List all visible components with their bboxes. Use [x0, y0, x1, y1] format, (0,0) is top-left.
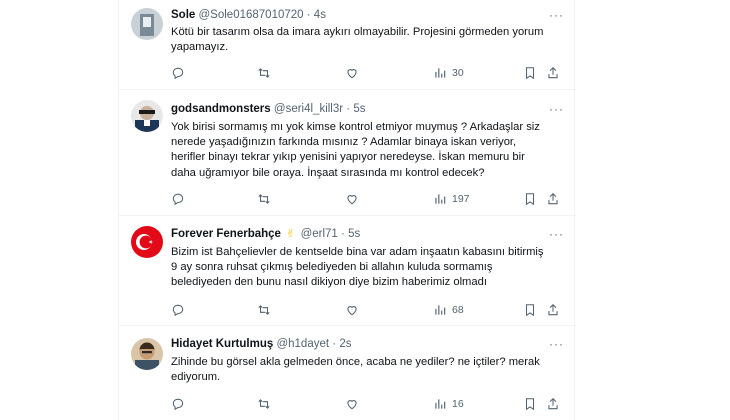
like-button[interactable]: [345, 302, 359, 318]
reply-button[interactable]: [171, 396, 185, 412]
share-icon: [548, 398, 558, 410]
reply-button[interactable]: [171, 191, 185, 207]
like-icon: [347, 400, 357, 410]
retweet-button[interactable]: [257, 396, 271, 412]
reply-button[interactable]: [171, 65, 185, 81]
tweet-text: Zihinde bu görsel akla gelmeden önce, ac…: [171, 356, 540, 384]
bookmark-icon: [525, 67, 535, 80]
timestamp[interactable]: 5s: [348, 228, 360, 240]
bookmark-icon: [525, 304, 535, 317]
victory-hand-emoji: ✌: [286, 228, 296, 240]
like-button[interactable]: [345, 191, 359, 207]
tweet-header: Sole @Sole01687010720 · 4s ···: [171, 6, 564, 24]
retweet-icon: [258, 68, 270, 78]
tweet-text: Kötü bir tasarım olsa da imara aykırı ol…: [171, 26, 544, 54]
separator: ·: [332, 338, 337, 350]
reply-button[interactable]: [171, 302, 185, 318]
views-icon: [435, 305, 446, 315]
views-button[interactable]: 30: [433, 65, 464, 81]
timestamp[interactable]: 4s: [314, 9, 326, 21]
retweet-icon: [258, 305, 270, 315]
bookmark-button[interactable]: [523, 191, 537, 207]
share-icon: [548, 67, 558, 79]
tweet[interactable]: Hidayet Kurtulmuş @h1dayet · 2s ··· Zihi…: [119, 326, 576, 420]
tweet-header: Forever Fenerbahçe ✌ @erl71 · 5s ···: [171, 225, 564, 243]
author-handle[interactable]: @h1dayet: [276, 338, 329, 350]
share-icon: [548, 193, 558, 205]
more-icon[interactable]: ···: [549, 335, 564, 353]
tweet-header: godsandmonsters @seri4l_kill3r · 5s ···: [171, 100, 564, 118]
more-icon[interactable]: ···: [549, 100, 564, 118]
bookmark-button[interactable]: [523, 302, 537, 318]
tweet[interactable]: Forever Fenerbahçe ✌ @erl71 · 5s ··· Biz…: [119, 216, 576, 326]
retweet-button[interactable]: [257, 302, 271, 318]
timestamp[interactable]: 2s: [339, 338, 351, 350]
author-handle[interactable]: @erl71: [301, 228, 338, 240]
author-handle[interactable]: @Sole01687010720: [199, 9, 304, 21]
like-icon: [347, 306, 357, 316]
more-icon[interactable]: ···: [549, 225, 564, 243]
views-button[interactable]: 68: [433, 302, 464, 318]
like-button[interactable]: [345, 65, 359, 81]
timestamp[interactable]: 5s: [353, 103, 365, 115]
avatar[interactable]: [131, 8, 163, 40]
separator: ·: [346, 103, 351, 115]
tweet-text: Yok birisi sormamış mı yok kimse kontrol…: [171, 121, 540, 179]
views-icon: [435, 194, 446, 204]
avatar[interactable]: [131, 226, 163, 258]
share-icon: [548, 304, 558, 316]
tweet-header: Hidayet Kurtulmuş @h1dayet · 2s ···: [171, 335, 564, 353]
separator: ·: [306, 9, 311, 21]
avatar[interactable]: [131, 100, 163, 132]
author-handle[interactable]: @seri4l_kill3r: [274, 103, 343, 115]
views-count: 30: [452, 67, 464, 79]
retweet-icon: [258, 399, 270, 409]
share-button[interactable]: [546, 396, 560, 412]
like-icon: [347, 69, 357, 79]
retweet-icon: [258, 194, 270, 204]
author-name[interactable]: Sole: [171, 9, 195, 21]
views-count: 68: [452, 304, 464, 316]
reply-icon: [172, 67, 184, 80]
author-name[interactable]: Hidayet Kurtulmuş: [171, 338, 273, 350]
like-icon: [347, 195, 357, 205]
tweet[interactable]: godsandmonsters @seri4l_kill3r · 5s ··· …: [119, 90, 576, 216]
views-count: 16: [452, 398, 464, 410]
views-count: 197: [452, 193, 470, 205]
reply-icon: [172, 193, 184, 206]
bookmark-icon: [525, 193, 535, 206]
like-button[interactable]: [345, 396, 359, 412]
views-button[interactable]: 197: [433, 191, 470, 207]
retweet-button[interactable]: [257, 191, 271, 207]
avatar[interactable]: [131, 338, 163, 370]
author-name[interactable]: godsandmonsters: [171, 103, 271, 115]
bookmark-icon: [525, 398, 535, 411]
tweet[interactable]: Sole @Sole01687010720 · 4s ··· Kötü bir …: [119, 0, 576, 90]
tweet-text: Bizim ist Bahçelievler de kentselde bina…: [171, 246, 544, 289]
retweet-button[interactable]: [257, 65, 271, 81]
views-icon: [435, 399, 446, 409]
share-button[interactable]: [546, 65, 560, 81]
views-button[interactable]: 16: [433, 396, 464, 412]
author-name[interactable]: Forever Fenerbahçe: [171, 228, 281, 240]
bookmark-button[interactable]: [523, 396, 537, 412]
share-button[interactable]: [546, 191, 560, 207]
more-icon[interactable]: ···: [549, 6, 564, 24]
reply-icon: [172, 304, 184, 317]
separator: ·: [341, 228, 345, 240]
share-button[interactable]: [546, 302, 560, 318]
reply-icon: [172, 398, 184, 411]
bookmark-button[interactable]: [523, 65, 537, 81]
views-icon: [435, 68, 446, 78]
timeline: Sole @Sole01687010720 · 4s ··· Kötü bir …: [118, 0, 576, 420]
